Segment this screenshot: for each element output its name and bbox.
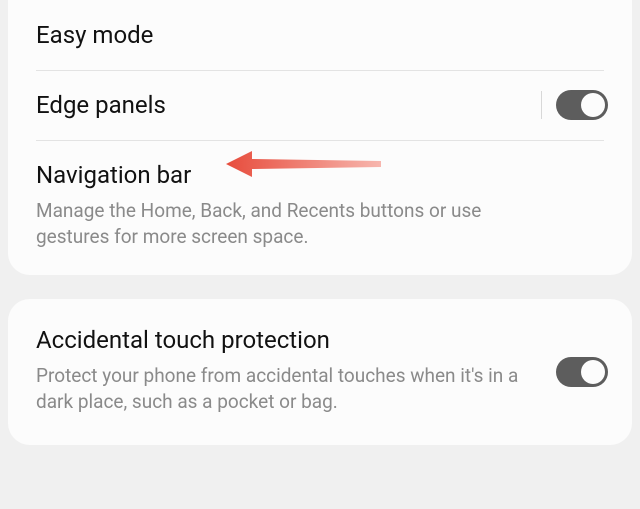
group-gap [0,275,640,299]
settings-row-navigation-bar[interactable]: Navigation bar Manage the Home, Back, an… [8,140,632,275]
toggle-knob [581,93,605,117]
row-title: Navigation bar [36,160,604,190]
settings-row-easy-mode[interactable]: Easy mode [8,0,632,70]
toggle-wrap [541,90,608,120]
settings-group-2: Accidental touch protection Protect your… [8,299,632,444]
edge-panels-toggle[interactable] [556,90,608,120]
settings-row-edge-panels[interactable]: Edge panels [8,70,632,140]
settings-group-1: Easy mode Edge panels Navigation bar Man… [8,0,632,275]
toggle-wrap [556,357,608,387]
row-description: Manage the Home, Back, and Recents butto… [36,198,536,249]
row-title: Easy mode [36,20,604,50]
divider [541,91,542,119]
accidental-touch-toggle[interactable] [556,357,608,387]
row-title: Edge panels [36,90,522,120]
row-description: Protect your phone from accidental touch… [36,363,522,414]
toggle-knob [581,360,605,384]
row-title: Accidental touch protection [36,325,522,355]
settings-row-accidental-touch[interactable]: Accidental touch protection Protect your… [8,299,632,444]
